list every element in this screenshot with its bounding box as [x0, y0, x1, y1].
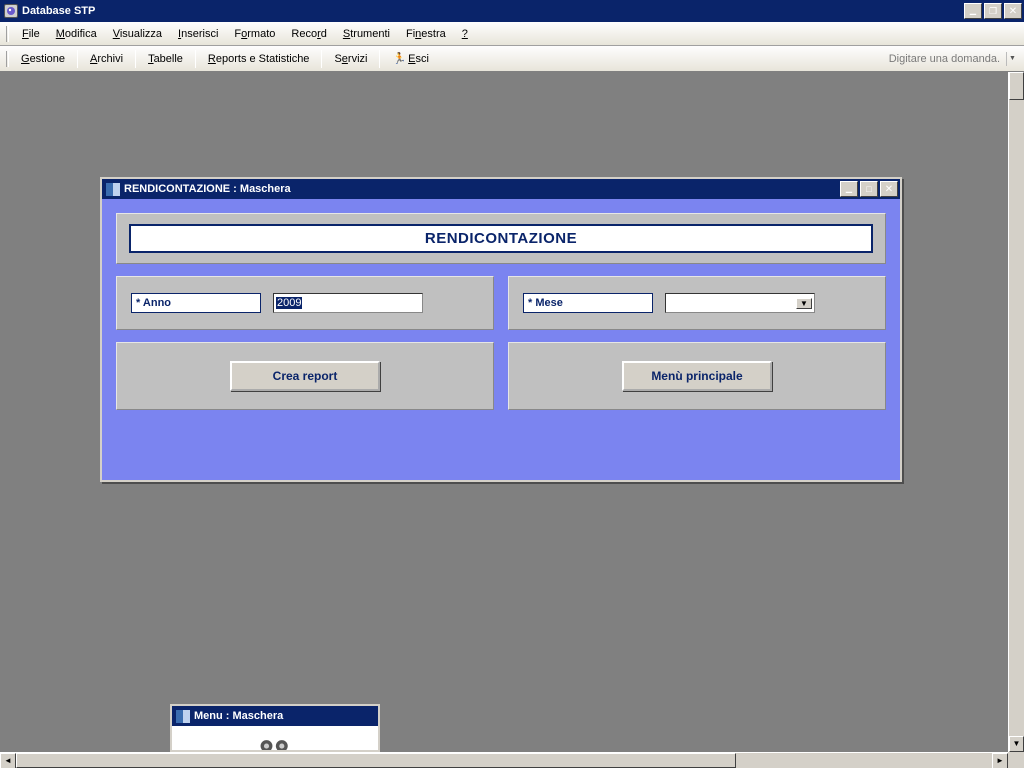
toolbar-esci[interactable]: 🏃Esci: [384, 50, 437, 67]
menu-visualizza[interactable]: Visualizza: [106, 26, 169, 42]
menu-formato[interactable]: Formato: [227, 26, 282, 42]
mese-combo[interactable]: [665, 293, 815, 313]
exit-icon: 🏃: [392, 53, 406, 65]
toolbar-handle[interactable]: [6, 51, 9, 67]
form-minimize-button[interactable]: ▁: [840, 181, 858, 197]
minimize-button[interactable]: ▁: [964, 3, 982, 19]
menu-help[interactable]: ?: [455, 26, 475, 42]
vscroll-down-button[interactable]: ▼: [1009, 736, 1024, 752]
restore-button[interactable]: ❐: [984, 3, 1002, 19]
crea-report-button[interactable]: Crea report: [230, 361, 380, 391]
anno-label: * Anno: [131, 293, 261, 313]
app-icon: [4, 4, 18, 18]
form-heading: RENDICONTAZIONE: [129, 224, 873, 253]
menu-principale-button[interactable]: Menù principale: [622, 361, 772, 391]
close-button[interactable]: ✕: [1004, 3, 1022, 19]
menu-form-titlebar[interactable]: Menu : Maschera: [172, 706, 378, 726]
menu-record[interactable]: Record: [284, 26, 333, 42]
crea-report-panel: Crea report: [116, 342, 494, 410]
mese-panel: * Mese: [508, 276, 886, 330]
menu-finestra[interactable]: Finestra: [399, 26, 453, 42]
hscroll-track[interactable]: [16, 753, 992, 768]
scroll-corner: [1008, 752, 1024, 768]
rendicontazione-window: RENDICONTAZIONE : Maschera ▁ □ ✕ RENDICO…: [100, 177, 902, 482]
gear-icon: [258, 732, 292, 750]
menu-form-title: Menu : Maschera: [194, 710, 376, 722]
mdi-workspace: RENDICONTAZIONE : Maschera ▁ □ ✕ RENDICO…: [0, 72, 1024, 768]
ask-box[interactable]: Digitare una domanda.: [889, 53, 1006, 65]
form-titlebar[interactable]: RENDICONTAZIONE : Maschera ▁ □ ✕: [102, 179, 900, 199]
toolbar-gestione[interactable]: Gestione: [13, 51, 73, 67]
toolbar-tabelle[interactable]: Tabelle: [140, 51, 191, 67]
mese-label: * Mese: [523, 293, 653, 313]
hscroll-left-button[interactable]: ◄: [0, 753, 16, 768]
heading-panel: RENDICONTAZIONE: [116, 213, 886, 264]
chevron-down-icon[interactable]: [796, 298, 812, 309]
menu-inserisci[interactable]: Inserisci: [171, 26, 225, 42]
form-close-button[interactable]: ✕: [880, 181, 898, 197]
menu-file[interactable]: File: [15, 26, 47, 42]
horizontal-scrollbar[interactable]: ◄ ►: [0, 752, 1008, 768]
form-icon: [176, 710, 190, 723]
hscroll-right-button[interactable]: ►: [992, 753, 1008, 768]
vertical-scrollbar[interactable]: ▼: [1008, 72, 1024, 752]
toolbar-archivi[interactable]: Archivi: [82, 51, 131, 67]
form-maximize-button[interactable]: □: [860, 181, 878, 197]
hscroll-thumb[interactable]: [16, 753, 736, 768]
vscroll-thumb[interactable]: [1009, 72, 1024, 100]
anno-panel: * Anno 2009: [116, 276, 494, 330]
menu-principale-panel: Menù principale: [508, 342, 886, 410]
form-icon: [106, 183, 120, 196]
menu-modifica[interactable]: Modifica: [49, 26, 104, 42]
anno-value: 2009: [276, 297, 302, 309]
menubar: File Modifica Visualizza Inserisci Forma…: [0, 22, 1024, 46]
menu-window: Menu : Maschera: [170, 704, 380, 752]
menu-strumenti[interactable]: Strumenti: [336, 26, 397, 42]
ask-dropdown[interactable]: [1006, 52, 1018, 66]
app-title: Database STP: [22, 5, 964, 17]
toolbar-servizi[interactable]: Servizi: [326, 51, 375, 67]
form-title: RENDICONTAZIONE : Maschera: [124, 183, 840, 195]
anno-input[interactable]: 2009: [273, 293, 423, 313]
toolbar: Gestione Archivi Tabelle Reports e Stati…: [0, 46, 1024, 72]
app-titlebar: Database STP ▁ ❐ ✕: [0, 0, 1024, 22]
menubar-handle[interactable]: [6, 26, 9, 42]
toolbar-reports[interactable]: Reports e Statistiche: [200, 51, 318, 67]
